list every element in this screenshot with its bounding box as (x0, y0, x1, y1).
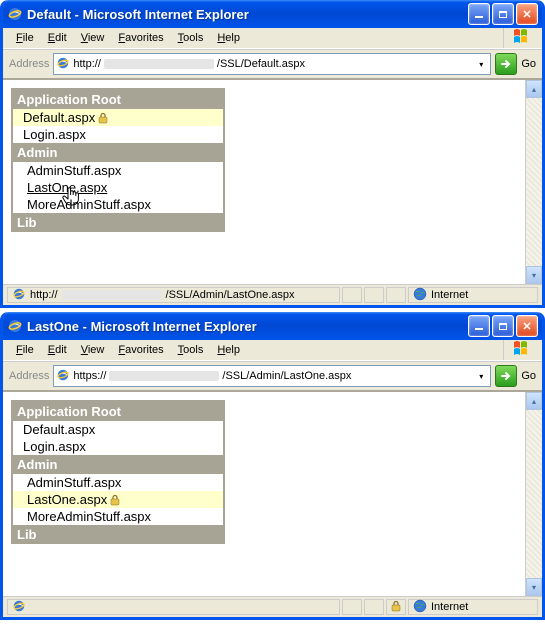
tree-item[interactable]: Default.aspx (13, 109, 223, 126)
url-blurred (104, 59, 214, 69)
maximize-button[interactable] (492, 3, 514, 25)
globe-icon (413, 599, 427, 616)
menu-bar: FileEditViewFavoritesToolsHelp (3, 340, 542, 361)
security-zone: Internet (408, 599, 538, 615)
minimize-button[interactable] (468, 315, 490, 337)
tree-lib-header: Lib (13, 213, 223, 232)
tree-admin-header: Admin (13, 455, 223, 474)
go-button[interactable] (495, 365, 517, 387)
url-suffix: /SSL/Admin/LastOne.aspx (222, 370, 471, 382)
address-input-wrap[interactable]: https:// /SSL/Admin/LastOne.aspx▾ (53, 365, 491, 387)
status-lock-pane (386, 599, 406, 615)
ie-icon (12, 599, 26, 616)
status-bar: Internet (3, 596, 542, 617)
throbber-icon (503, 28, 540, 48)
url-prefix: http:// (73, 58, 101, 70)
lock-icon (109, 494, 121, 506)
site-tree: Application RootDefault.aspxLogin.aspxAd… (11, 88, 225, 232)
globe-icon (413, 287, 427, 304)
status-pane (364, 287, 384, 303)
vertical-scrollbar[interactable]: ▴▾ (525, 80, 542, 284)
window-title: LastOne - Microsoft Internet Explorer (27, 319, 468, 334)
menu-tools[interactable]: Tools (171, 30, 211, 46)
browser-window: LastOne - Microsoft Internet Explorer ✕ Fi… (0, 312, 545, 620)
status-text (7, 599, 340, 615)
title-bar: Default - Microsoft Internet Explorer ✕ (3, 0, 542, 28)
tree-lib-header: Lib (13, 525, 223, 544)
status-lock-pane (386, 287, 406, 303)
ie-icon (12, 287, 26, 304)
address-input-wrap[interactable]: http:// /SSL/Default.aspx▾ (53, 53, 491, 75)
page-icon (56, 368, 70, 385)
tree-item[interactable]: LastOne.aspx (13, 179, 223, 196)
tree-item[interactable]: Login.aspx (13, 438, 223, 455)
close-button[interactable]: ✕ (516, 3, 538, 25)
menu-help[interactable]: Help (210, 30, 247, 46)
throbber-icon (503, 340, 540, 360)
lock-icon (97, 112, 109, 124)
lock-icon (390, 600, 402, 615)
ie-icon (7, 6, 23, 22)
status-pane (364, 599, 384, 615)
tree-item[interactable]: MoreAdminStuff.aspx (13, 196, 223, 213)
menu-edit[interactable]: Edit (41, 342, 74, 358)
close-button[interactable]: ✕ (516, 315, 538, 337)
status-pane (342, 287, 362, 303)
address-dropdown[interactable]: ▾ (474, 60, 488, 69)
content-area: ▴▾ Application RootDefault.aspxLogin.aspx… (3, 78, 542, 284)
menu-file[interactable]: File (9, 342, 41, 358)
menu-bar: FileEditViewFavoritesToolsHelp (3, 28, 542, 49)
menu-edit[interactable]: Edit (41, 30, 74, 46)
window-title: Default - Microsoft Internet Explorer (27, 7, 468, 22)
menu-tools[interactable]: Tools (171, 342, 211, 358)
ie-icon (7, 318, 23, 334)
menu-favorites[interactable]: Favorites (111, 30, 170, 46)
address-bar: Address http:// /SSL/Default.aspx▾ Go (3, 49, 542, 78)
tree-item[interactable]: MoreAdminStuff.aspx (13, 508, 223, 525)
security-zone: Internet (408, 287, 538, 303)
tree-item[interactable]: AdminStuff.aspx (13, 162, 223, 179)
site-tree: Application RootDefault.aspxLogin.aspxAd… (11, 400, 225, 544)
menu-view[interactable]: View (74, 342, 112, 358)
url-suffix: /SSL/Default.aspx (217, 58, 471, 70)
address-label: Address (9, 370, 49, 382)
go-label: Go (521, 58, 536, 70)
menu-favorites[interactable]: Favorites (111, 342, 170, 358)
tree-item[interactable]: Login.aspx (13, 126, 223, 143)
menu-help[interactable]: Help (210, 342, 247, 358)
go-button[interactable] (495, 53, 517, 75)
maximize-button[interactable] (492, 315, 514, 337)
minimize-button[interactable] (468, 3, 490, 25)
url-blurred (109, 371, 219, 381)
status-blurred (62, 290, 162, 300)
vertical-scrollbar[interactable]: ▴▾ (525, 392, 542, 596)
menu-file[interactable]: File (9, 30, 41, 46)
go-label: Go (521, 370, 536, 382)
tree-item[interactable]: LastOne.aspx (13, 491, 223, 508)
title-bar: LastOne - Microsoft Internet Explorer ✕ (3, 312, 542, 340)
page-icon (56, 56, 70, 73)
url-prefix: https:// (73, 370, 106, 382)
browser-window: Default - Microsoft Internet Explorer ✕ Fi… (0, 0, 545, 308)
address-label: Address (9, 58, 49, 70)
menu-view[interactable]: View (74, 30, 112, 46)
content-area: ▴▾ Application RootDefault.aspxLogin.aspx… (3, 390, 542, 596)
address-bar: Address https:// /SSL/Admin/LastOne.aspx▾ G… (3, 361, 542, 390)
status-pane (342, 599, 362, 615)
address-dropdown[interactable]: ▾ (474, 372, 488, 381)
tree-root-header: Application Root (13, 90, 223, 109)
tree-item[interactable]: AdminStuff.aspx (13, 474, 223, 491)
status-bar: http:///SSL/Admin/LastOne.aspx Internet (3, 284, 542, 305)
tree-item[interactable]: Default.aspx (13, 421, 223, 438)
tree-root-header: Application Root (13, 402, 223, 421)
status-text: http:///SSL/Admin/LastOne.aspx (7, 287, 340, 303)
tree-admin-header: Admin (13, 143, 223, 162)
